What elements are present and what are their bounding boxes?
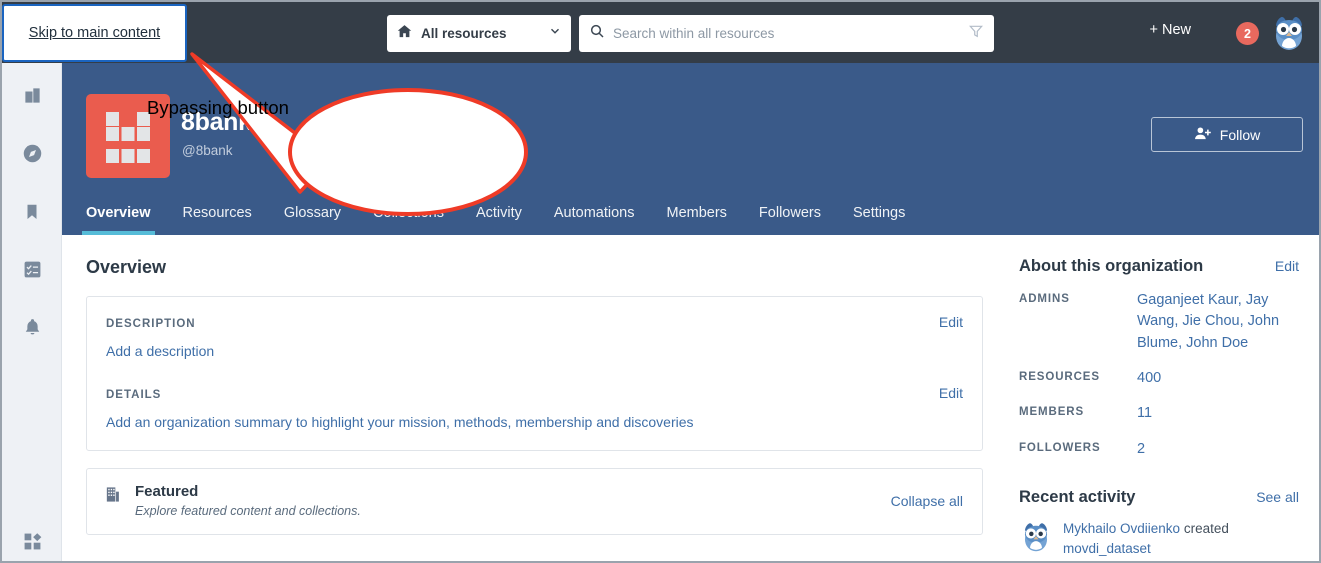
tab-automations[interactable]: Automations bbox=[554, 205, 635, 235]
details-section: DETAILS Edit Add an organization summary… bbox=[106, 385, 963, 430]
tab-members[interactable]: Members bbox=[666, 205, 726, 235]
tab-glossary[interactable]: Glossary bbox=[284, 205, 341, 235]
about-row-admins: ADMINS Gaganjeet Kaur, Jay Wang, Jie Cho… bbox=[1019, 290, 1299, 354]
activity-object[interactable]: movdi_dataset bbox=[1063, 541, 1151, 556]
organization-name: 8bank bbox=[181, 108, 252, 136]
organization-tabs: Overview Resources Glossary Collections … bbox=[82, 187, 937, 235]
app-window: All resources + New 2 bbox=[0, 0, 1321, 563]
about-header: About this organization Edit bbox=[1019, 257, 1299, 276]
activity-list-item: Mykhailo Ovdiienko created movdi_dataset… bbox=[1019, 519, 1299, 562]
about-column: About this organization Edit ADMINS Gaga… bbox=[1007, 235, 1319, 562]
featured-text-block: Featured Explore featured content and co… bbox=[135, 483, 361, 518]
notification-badge[interactable]: 2 bbox=[1236, 22, 1259, 45]
bookmark-icon bbox=[27, 204, 37, 219]
sidebar-item-bookmarks[interactable] bbox=[2, 191, 62, 231]
about-value-admins[interactable]: Gaganjeet Kaur, Jay Wang, Jie Chou, John… bbox=[1137, 290, 1299, 354]
about-key-followers: FOLLOWERS bbox=[1019, 441, 1101, 454]
filter-icon[interactable] bbox=[968, 23, 984, 44]
page-title: Overview bbox=[86, 257, 167, 277]
collapse-all-link[interactable]: Collapse all bbox=[891, 493, 963, 509]
description-label: DESCRIPTION bbox=[106, 318, 196, 330]
about-value-resources: 400 bbox=[1137, 369, 1162, 386]
about-row-members: MEMBERS 11 bbox=[1019, 403, 1299, 424]
tab-overview[interactable]: Overview bbox=[82, 205, 154, 235]
sidebar-item-tasks[interactable] bbox=[2, 249, 62, 289]
follow-button[interactable]: Follow bbox=[1151, 117, 1303, 152]
description-section-header: DESCRIPTION Edit bbox=[106, 314, 963, 330]
activity-actor[interactable]: Mykhailo Ovdiienko bbox=[1063, 521, 1180, 536]
search-bar[interactable] bbox=[579, 15, 994, 52]
featured-title: Featured bbox=[135, 483, 199, 500]
add-organization-summary-link[interactable]: Add an organization summary to highlight… bbox=[106, 414, 963, 430]
resource-scope-select[interactable]: All resources bbox=[387, 15, 571, 52]
about-value-followers: 2 bbox=[1137, 440, 1146, 457]
details-section-header: DETAILS Edit bbox=[106, 385, 963, 401]
sidebar-item-apps[interactable] bbox=[2, 521, 62, 561]
description-details-card: DESCRIPTION Edit Add a description DETAI… bbox=[86, 296, 983, 451]
tab-activity[interactable]: Activity bbox=[476, 205, 522, 235]
tab-followers[interactable]: Followers bbox=[759, 205, 821, 235]
sidebar-item-explore[interactable] bbox=[2, 133, 62, 173]
avatar[interactable] bbox=[1269, 12, 1309, 52]
activity-timestamp: last month bbox=[1063, 559, 1299, 562]
featured-subtitle: Explore featured content and collections… bbox=[135, 504, 361, 518]
organization-logo bbox=[86, 94, 170, 178]
person-add-icon bbox=[1194, 125, 1211, 145]
search-icon bbox=[589, 23, 605, 44]
search-input[interactable] bbox=[613, 26, 968, 41]
about-row-followers: FOLLOWERS 2 bbox=[1019, 439, 1299, 460]
left-sidebar bbox=[2, 63, 62, 561]
overview-column: Overview DESCRIPTION Edit Add a descript… bbox=[62, 235, 1007, 561]
tab-settings[interactable]: Settings bbox=[853, 205, 905, 235]
about-title: About this organization bbox=[1019, 257, 1204, 275]
tab-collections[interactable]: Collections bbox=[373, 205, 444, 235]
organization-banner: 8bank @8bank Follow Overview Resources G… bbox=[62, 63, 1319, 235]
skip-to-main-content-link[interactable]: Skip to main content bbox=[2, 4, 187, 62]
about-row-resources: RESOURCES 400 bbox=[1019, 368, 1299, 389]
tasks-icon bbox=[24, 261, 40, 277]
resource-scope-label: All resources bbox=[421, 26, 507, 41]
featured-card: Featured Explore featured content and co… bbox=[86, 468, 983, 535]
sidebar-item-organizations[interactable] bbox=[2, 75, 62, 115]
add-description-link[interactable]: Add a description bbox=[106, 343, 963, 359]
details-label: DETAILS bbox=[106, 389, 162, 401]
owl-avatar bbox=[1019, 519, 1053, 553]
activity-text: Mykhailo Ovdiienko created movdi_dataset… bbox=[1063, 519, 1299, 562]
tab-resources[interactable]: Resources bbox=[183, 205, 252, 235]
bell-icon bbox=[25, 319, 39, 335]
edit-description-link[interactable]: Edit bbox=[939, 314, 963, 330]
home-icon bbox=[396, 23, 413, 45]
edit-details-link[interactable]: Edit bbox=[939, 385, 963, 401]
about-key-members: MEMBERS bbox=[1019, 406, 1085, 419]
organizations-icon bbox=[24, 87, 40, 103]
chevron-down-icon bbox=[548, 24, 562, 43]
top-navbar: All resources + New 2 bbox=[2, 2, 1319, 63]
recent-activity-header: Recent activity See all bbox=[1019, 488, 1299, 507]
about-value-members: 11 bbox=[1137, 405, 1153, 422]
apps-grid-icon bbox=[24, 532, 41, 549]
activity-verb: created bbox=[1183, 520, 1229, 536]
explore-compass-icon bbox=[23, 144, 41, 162]
about-key-resources: RESOURCES bbox=[1019, 370, 1100, 383]
new-button[interactable]: + New bbox=[1149, 22, 1191, 38]
follow-button-label: Follow bbox=[1219, 126, 1261, 143]
sidebar-item-notifications[interactable] bbox=[2, 307, 62, 347]
see-all-link[interactable]: See all bbox=[1256, 489, 1299, 505]
organization-handle: @8bank bbox=[182, 143, 233, 158]
recent-activity-title: Recent activity bbox=[1019, 487, 1136, 506]
building-icon bbox=[104, 485, 121, 509]
skip-link-label: Skip to main content bbox=[28, 25, 161, 41]
main-content: Overview DESCRIPTION Edit Add a descript… bbox=[62, 235, 1319, 562]
edit-about-link[interactable]: Edit bbox=[1275, 258, 1299, 274]
about-key-admins: ADMINS bbox=[1019, 293, 1070, 305]
